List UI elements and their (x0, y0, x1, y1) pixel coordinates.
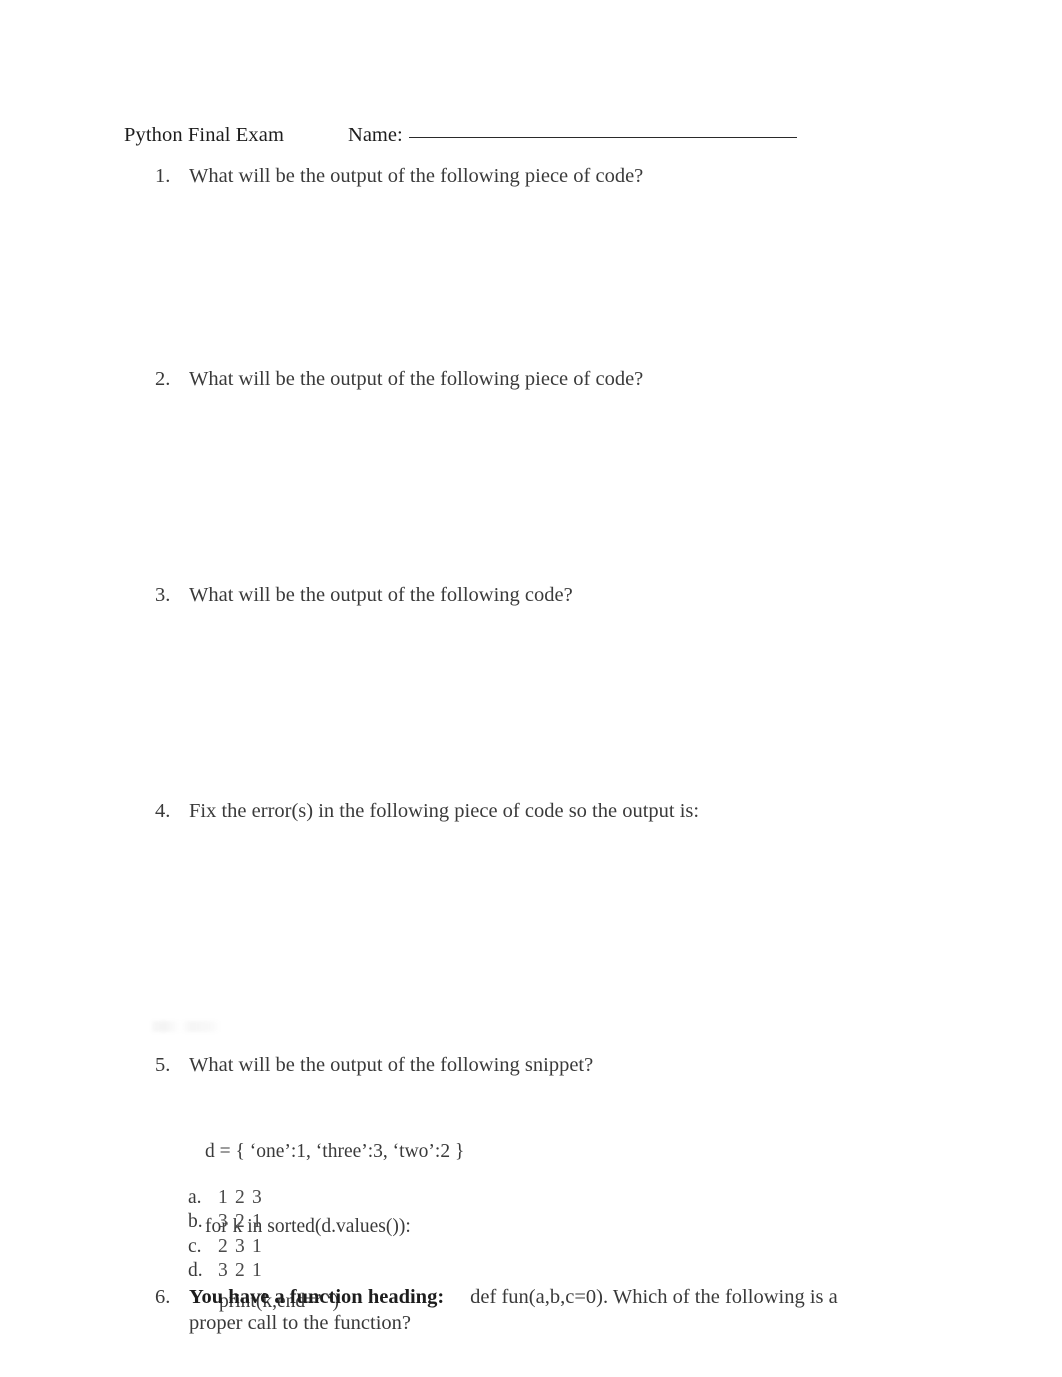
name-label: Name: (348, 124, 403, 146)
choice-text-b: 3 2 1 (218, 1211, 263, 1233)
question-item-3: 3. What will be the output of the follow… (155, 582, 573, 608)
question-number-6: 6. (155, 1286, 171, 1308)
choice-text-a: 1 2 3 (218, 1187, 263, 1208)
name-blank-line[interactable] (408, 137, 797, 138)
document-header: Python Final Exam Name: (124, 124, 884, 147)
question-number-3: 3. (155, 584, 171, 606)
question-item-6: 6. You have a function heading: def fun(a… (155, 1284, 895, 1336)
question-text-1: What will be the output of the following… (189, 165, 644, 187)
question-item-5: 5. What will be the output of the follow… (155, 1052, 593, 1078)
choice-option-c[interactable]: c. 2 3 1 (188, 1235, 263, 1259)
question-number-2: 2. (155, 368, 171, 390)
question-number-1: 1. (155, 165, 171, 187)
question-6-lead: You have a function heading: (189, 1286, 445, 1308)
question-text-3: What will be the output of the following… (189, 584, 573, 606)
answer-space-1 (190, 196, 890, 356)
choice-letter-a: a. (188, 1187, 202, 1208)
code-line-1: d = { ‘one’:1, ‘three’:3, ‘two’:2 } (205, 1141, 465, 1162)
question-number-4: 4. (155, 800, 171, 822)
question-text-2: What will be the output of the following… (189, 368, 644, 390)
choice-option-a[interactable]: a. 1 2 3 (188, 1186, 263, 1210)
choice-option-b[interactable]: b. 3 2 1 (188, 1210, 263, 1234)
answer-space-2 (190, 400, 890, 572)
answer-space-4 (190, 832, 890, 1018)
faint-residual-mark (152, 1021, 220, 1032)
question-item-2: 2. What will be the output of the follow… (155, 366, 643, 392)
question-item-1: 1. What will be the output of the follow… (155, 163, 643, 189)
question-text-4: Fix the error(s) in the following piece … (189, 800, 700, 822)
question-item-4: 4. Fix the error(s) in the following pie… (155, 798, 699, 824)
choice-text-c: 2 3 1 (218, 1235, 263, 1257)
choice-option-d[interactable]: d. 3 2 1 (188, 1259, 263, 1283)
question-text-5: What will be the output of the following… (189, 1054, 594, 1076)
document-page: Python Final Exam Name: 1. What will be … (0, 0, 1062, 1377)
choices-question-5: a. 1 2 3 b. 3 2 1 c. 2 3 1 d. 3 2 1 (188, 1186, 263, 1283)
question-number-5: 5. (155, 1054, 171, 1076)
answer-space-3 (190, 616, 890, 788)
choice-letter-c: c. (188, 1235, 202, 1257)
page-title: Python Final Exam (124, 124, 285, 146)
choice-letter-d: d. (188, 1259, 203, 1281)
choice-text-d: 3 2 1 (218, 1259, 263, 1281)
question-text-6: You have a function heading: def fun(a,b,… (189, 1284, 895, 1336)
choice-letter-b: b. (188, 1211, 203, 1233)
